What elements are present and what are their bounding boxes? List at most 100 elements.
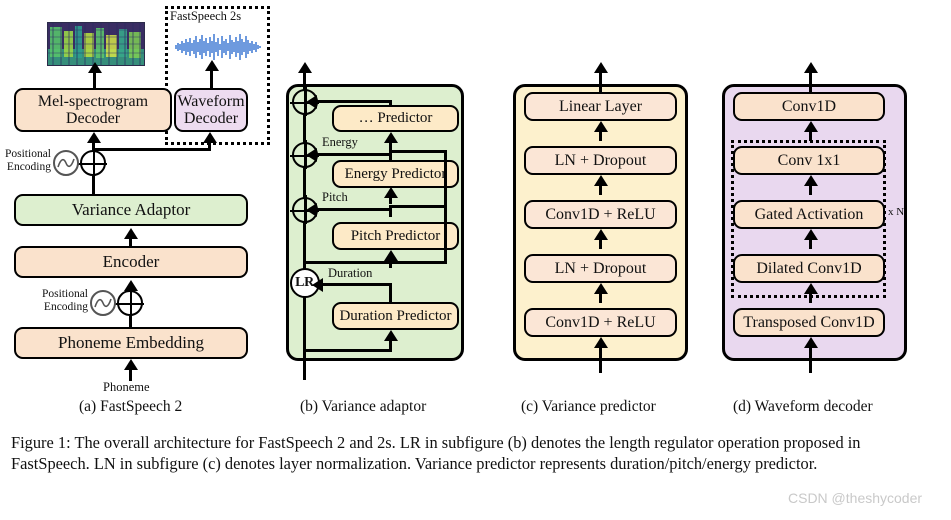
figure-caption: Figure 1: The overall architecture for F… <box>11 433 861 474</box>
block-energy-predictor[interactable]: Energy Predictor <box>332 160 459 188</box>
block-label: Conv1D + ReLU <box>545 205 656 223</box>
wd-in-line <box>809 347 812 373</box>
block-gated-activation[interactable]: Gated Activation <box>733 200 885 229</box>
dots-predictor-out-h <box>316 100 392 103</box>
block-label: Transposed Conv1D <box>743 313 875 331</box>
wd-arrow-1 <box>803 283 818 294</box>
dots-predictor-in-v <box>389 142 392 150</box>
vp-line-4 <box>599 131 602 141</box>
block-conv1d-relu-2[interactable]: Conv1D + ReLU <box>524 200 677 229</box>
pitch-edge-label: Pitch <box>322 190 348 204</box>
vp-in-arrow <box>593 337 608 348</box>
duration-out-arrow <box>312 278 323 292</box>
adaptor-output-arrow <box>297 62 312 73</box>
dots-predictor-out-arrow <box>306 95 317 109</box>
block-label: Encoder <box>102 251 160 271</box>
fastspeech-2s-group-label: FastSpeech 2s <box>170 9 242 23</box>
block-conv1d-relu-1[interactable]: Conv1D + ReLU <box>524 308 677 337</box>
block-encoder[interactable]: Encoder <box>14 246 248 278</box>
pitch-in-arrow <box>383 250 398 261</box>
phoneme-input-label: Phoneme <box>103 380 150 394</box>
wd-line-2 <box>809 239 812 249</box>
dots-predictor-in-arrow <box>383 132 398 143</box>
vp-arrow-4 <box>593 121 608 132</box>
block-label-line2: Decoder <box>65 110 121 127</box>
duration-out-h <box>322 283 392 286</box>
block-dilated-conv1d[interactable]: Dilated Conv1D <box>733 254 885 283</box>
wd-arrow-2 <box>803 229 818 240</box>
vp-arrow-3 <box>593 175 608 186</box>
wd-out-line <box>809 72 812 94</box>
figure-root: FastSpeech 2s Mel-spectrogram Decoder Wa… <box>0 0 951 520</box>
energy-out-h <box>316 153 392 156</box>
arrow-mel-out-head <box>87 62 102 73</box>
vp-arrow-2 <box>593 229 608 240</box>
subcaption-a: (a) FastSpeech 2 <box>79 398 183 415</box>
vp-in-line <box>599 347 602 373</box>
pe-label-line1: Positional <box>41 288 88 300</box>
block-label: Dilated Conv1D <box>756 259 862 277</box>
positional-encoding-sine-icon-top <box>53 150 79 176</box>
wd-in-arrow <box>803 337 818 348</box>
pe-label-line2: Encoding <box>6 160 51 173</box>
block-label: LN + Dropout <box>554 259 647 277</box>
positional-encoding-label-top: Positional Encoding <box>1 148 51 174</box>
block-duration-predictor[interactable]: Duration Predictor <box>332 302 459 330</box>
adaptor-right-bus-from-lr <box>303 261 447 264</box>
block-conv-1x1[interactable]: Conv 1x1 <box>733 146 885 175</box>
pe-label-line2: Encoding <box>43 300 88 313</box>
arrow-wave-out-head <box>204 60 219 71</box>
positional-encoding-adder-encoder <box>115 288 144 317</box>
block-mel-spectrogram-decoder[interactable]: Mel-spectrogram Decoder <box>14 88 172 132</box>
arrow-to-mel-decoder <box>86 132 101 143</box>
block-label: Energy Predictor <box>344 165 447 182</box>
block-dots-predictor[interactable]: … Predictor <box>332 105 459 132</box>
block-linear-layer[interactable]: Linear Layer <box>524 92 677 121</box>
adaptor-trunk-line <box>303 72 306 380</box>
vp-line-1 <box>599 293 602 303</box>
duration-out-v <box>389 283 392 303</box>
arrow-encoder-to-adaptor <box>123 228 138 239</box>
block-label: Conv 1x1 <box>777 151 841 169</box>
adaptor-right-bus-to-pitch <box>389 205 447 208</box>
wd-arrow-3 <box>803 175 818 186</box>
repeat-count-label: x N <box>888 206 905 218</box>
wd-line-3 <box>809 185 812 195</box>
block-conv1d-out[interactable]: Conv1D <box>733 92 885 121</box>
block-label: Duration Predictor <box>339 307 452 324</box>
block-label: … Predictor <box>358 110 433 127</box>
block-label-line2: Decoder <box>183 110 239 127</box>
block-label: LN + Dropout <box>554 151 647 169</box>
block-ln-dropout-2[interactable]: LN + Dropout <box>524 146 677 175</box>
block-label-line1: Waveform <box>177 92 245 110</box>
block-transposed-conv1d[interactable]: Transposed Conv1D <box>733 308 885 337</box>
wd-line-1 <box>809 293 812 303</box>
wd-out-arrow <box>803 62 818 73</box>
pitch-out-arrow <box>306 203 317 217</box>
vp-out-line <box>599 72 602 94</box>
block-pitch-predictor[interactable]: Pitch Predictor <box>332 222 459 250</box>
block-label-line1: Mel-spectrogram <box>37 92 149 110</box>
block-phoneme-embedding[interactable]: Phoneme Embedding <box>14 327 248 359</box>
decoder-bus-line <box>92 148 211 151</box>
duration-edge-label: Duration <box>328 266 373 280</box>
energy-in-arrow <box>383 187 398 198</box>
block-ln-dropout-1[interactable]: LN + Dropout <box>524 254 677 283</box>
block-label: Conv1D <box>781 97 837 115</box>
watermark: CSDN @theshycoder <box>788 490 923 506</box>
pe-label-line1: Positional <box>4 148 51 160</box>
arrow-phoneme-input <box>123 359 138 370</box>
arrow-to-wave-decoder <box>202 132 217 143</box>
block-variance-adaptor[interactable]: Variance Adaptor <box>14 194 248 226</box>
vp-arrow-1 <box>593 283 608 294</box>
duration-in-arrow <box>383 330 398 341</box>
energy-in-v <box>389 197 392 204</box>
vp-line-2 <box>599 239 602 249</box>
block-label: Variance Adaptor <box>71 199 191 219</box>
energy-edge-label: Energy <box>322 135 358 149</box>
block-waveform-decoder[interactable]: Waveform Decoder <box>174 88 248 132</box>
duration-in-h <box>303 349 392 352</box>
block-label: Linear Layer <box>558 97 643 115</box>
mel-spectrogram-image <box>47 22 145 66</box>
adaptor-right-bus-to-energy <box>389 150 447 153</box>
